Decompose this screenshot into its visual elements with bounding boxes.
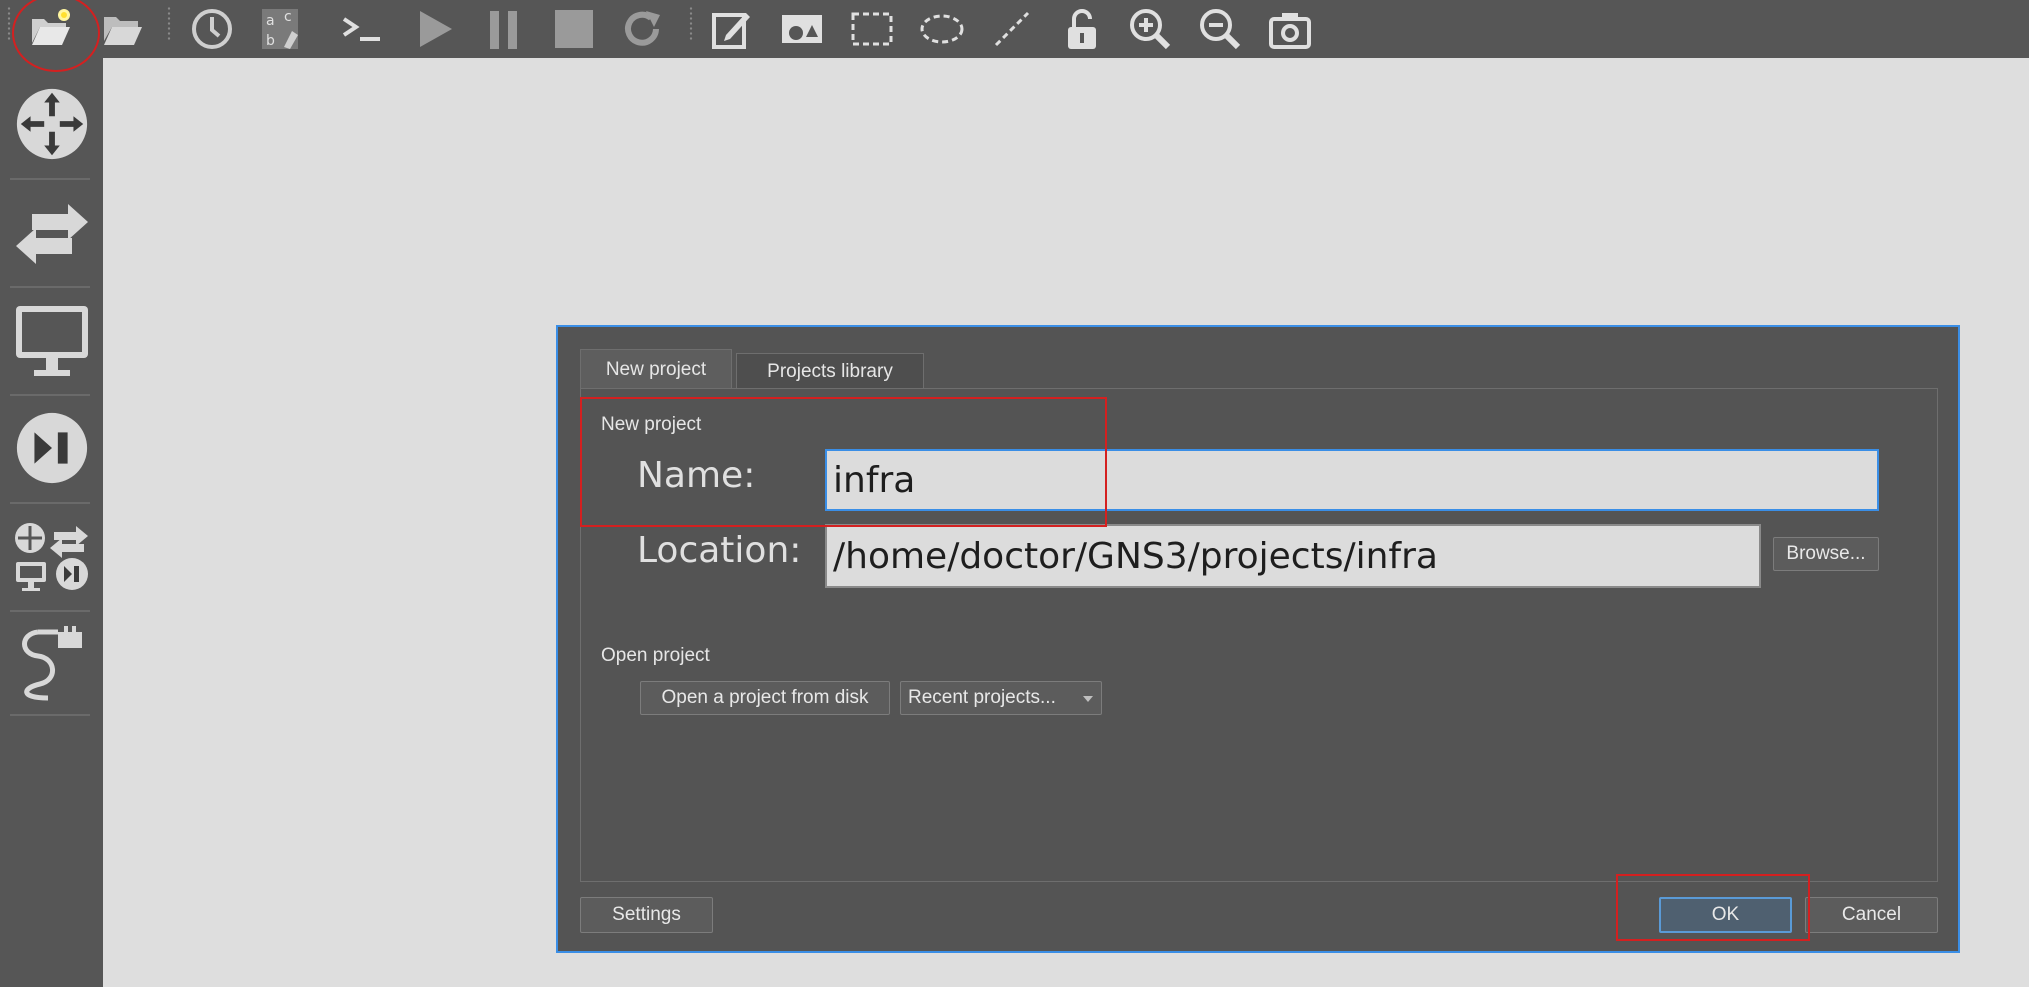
draw-ellipse-icon	[920, 14, 964, 44]
recent-projects-dropdown[interactable]: Recent projects...	[900, 681, 1102, 715]
settings-button[interactable]: Settings	[580, 897, 713, 933]
project-location-input[interactable]: /home/doctor/GNS3/projects/infra	[825, 524, 1761, 588]
sidebar-separator	[10, 714, 90, 716]
routers-icon	[16, 88, 88, 160]
add-link-button[interactable]	[8, 614, 96, 714]
sidebar-separator	[10, 178, 90, 180]
console-button[interactable]	[336, 4, 388, 54]
reload-icon	[625, 11, 660, 46]
sidebar-separator	[10, 286, 90, 288]
add-note-icon	[712, 13, 750, 49]
browse-button[interactable]: Browse...	[1773, 537, 1879, 571]
browse-routers-button[interactable]	[8, 74, 96, 174]
annotation-rectangle	[1616, 874, 1810, 941]
draw-rectangle-button[interactable]	[846, 4, 898, 54]
draw-line-icon	[994, 11, 1030, 47]
draw-ellipse-button[interactable]	[916, 4, 968, 54]
all-devices-icon	[15, 523, 88, 591]
insert-picture-icon	[782, 15, 822, 43]
end-devices-icon	[16, 306, 88, 376]
add-note-button[interactable]	[706, 4, 758, 54]
insert-picture-button[interactable]	[776, 4, 828, 54]
location-label: Location:	[637, 530, 802, 571]
zoom-out-icon	[1200, 9, 1241, 50]
stop-all-button[interactable]	[548, 4, 600, 54]
sidebar-separator	[10, 610, 90, 612]
zoom-out-button[interactable]	[1194, 4, 1246, 54]
start-icon	[420, 11, 452, 47]
stop-icon	[555, 10, 593, 48]
main-toolbar: a c b	[0, 0, 2029, 58]
suspend-icon	[490, 11, 517, 49]
recent-projects-label: Recent projects...	[908, 687, 1056, 708]
draw-line-button[interactable]	[986, 4, 1038, 54]
lock-icon	[1068, 9, 1096, 49]
open-project-from-disk-button[interactable]: Open a project from disk	[640, 681, 890, 715]
screenshot-button[interactable]	[1264, 4, 1316, 54]
show-interface-labels-button[interactable]: a c b	[256, 4, 308, 54]
browse-end-devices-button[interactable]	[8, 290, 96, 390]
draw-rectangle-icon	[851, 12, 893, 46]
security-devices-icon	[16, 412, 88, 484]
browse-switches-button[interactable]	[8, 182, 96, 282]
suspend-all-button[interactable]	[478, 4, 530, 54]
screenshot-icon	[1269, 13, 1311, 49]
svg-text:b: b	[266, 33, 275, 49]
chevron-down-icon	[1083, 696, 1093, 702]
toolbar-grip[interactable]	[166, 6, 172, 40]
lock-button[interactable]	[1056, 4, 1108, 54]
open-project-button[interactable]	[96, 4, 148, 54]
toolbar-grip[interactable]	[688, 6, 694, 40]
reload-all-button[interactable]	[616, 4, 668, 54]
open-project-icon	[104, 17, 142, 45]
tab-new-project[interactable]: New project	[580, 349, 732, 389]
sidebar-separator	[10, 394, 90, 396]
device-sidebar	[0, 58, 103, 987]
open-project-from-disk-label: Open a project from disk	[661, 687, 869, 708]
svg-text:c: c	[284, 9, 292, 25]
snapshot-icon	[192, 9, 232, 49]
add-link-icon	[22, 626, 82, 701]
start-all-button[interactable]	[408, 4, 460, 54]
cancel-button[interactable]: Cancel	[1805, 897, 1938, 933]
zoom-in-icon	[1130, 9, 1171, 50]
tab-projects-library[interactable]: Projects library	[736, 353, 924, 389]
switches-icon	[16, 204, 88, 264]
sidebar-separator	[10, 502, 90, 504]
snapshot-button[interactable]	[186, 4, 238, 54]
annotation-rectangle	[580, 397, 1107, 527]
show-interface-labels-icon: a c b	[262, 9, 298, 49]
svg-text:a: a	[266, 13, 275, 29]
browse-security-devices-button[interactable]	[8, 398, 96, 498]
browse-all-devices-button[interactable]	[8, 506, 96, 606]
open-project-section-title: Open project	[601, 645, 710, 666]
zoom-in-button[interactable]	[1124, 4, 1176, 54]
console-icon	[342, 17, 380, 41]
